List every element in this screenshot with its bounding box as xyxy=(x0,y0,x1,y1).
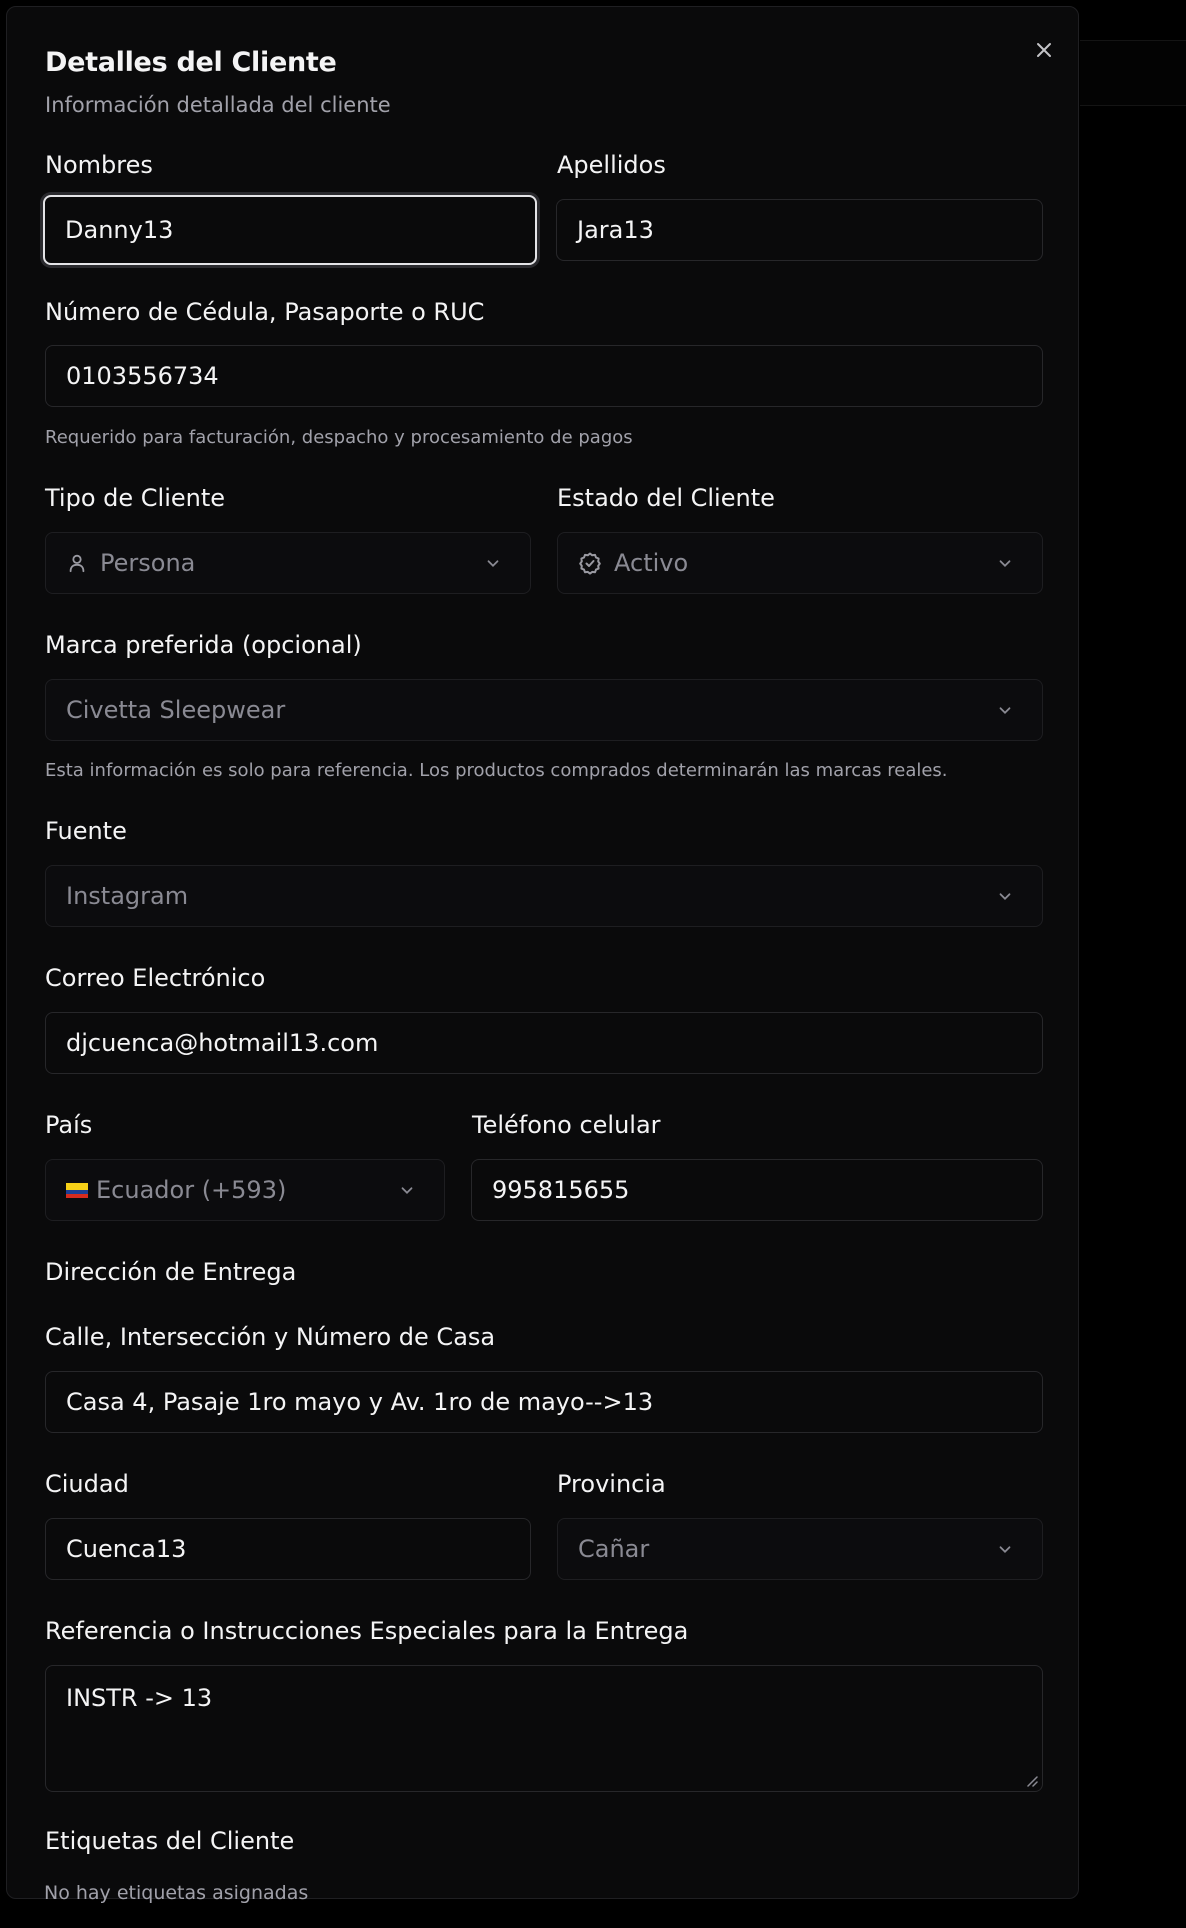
user-icon xyxy=(69,554,85,573)
ciudad-value: Cuenca13 xyxy=(66,1535,187,1563)
ecuador-flag-icon xyxy=(66,1182,88,1198)
calle-label: Calle, Intersección y Número de Casa xyxy=(45,1323,496,1351)
referencia-label: Referencia o Instrucciones Especiales pa… xyxy=(45,1617,689,1645)
cedula-input[interactable]: 0103556734 xyxy=(45,345,1043,407)
telefono-label: Teléfono celular xyxy=(472,1111,661,1139)
apellidos-input[interactable]: Jara13 xyxy=(556,199,1043,261)
fuente-label: Fuente xyxy=(45,817,127,845)
chevron-down-icon xyxy=(487,560,499,567)
dialog-title: Detalles del Cliente xyxy=(45,47,337,78)
telefono-value: 995815655 xyxy=(492,1176,630,1204)
apellidos-label: Apellidos xyxy=(557,151,666,179)
ciudad-label: Ciudad xyxy=(45,1470,129,1498)
fuente-value: Instagram xyxy=(66,882,189,910)
marca-value: Civetta Sleepwear xyxy=(66,696,286,724)
nombres-input[interactable]: Danny13 xyxy=(43,195,537,265)
chevron-down-icon xyxy=(999,560,1011,567)
direccion-section-title: Dirección de Entrega xyxy=(45,1258,297,1286)
marca-select[interactable]: Civetta Sleepwear xyxy=(45,679,1043,741)
resize-handle-icon[interactable] xyxy=(1024,1773,1038,1787)
cedula-help-text: Requerido para facturación, despacho y p… xyxy=(45,427,633,448)
background-strip xyxy=(1080,40,1186,106)
calle-input[interactable]: Casa 4, Pasaje 1ro mayo y Av. 1ro de may… xyxy=(45,1371,1043,1433)
marca-label: Marca preferida (opcional) xyxy=(45,631,362,659)
ciudad-input[interactable]: Cuenca13 xyxy=(45,1518,531,1580)
etiquetas-empty-text: No hay etiquetas asignadas xyxy=(44,1882,309,1904)
pais-label: País xyxy=(45,1111,93,1139)
referencia-textarea[interactable]: INSTR -> 13 xyxy=(45,1665,1043,1792)
etiquetas-label: Etiquetas del Cliente xyxy=(45,1827,295,1855)
chevron-down-icon xyxy=(999,707,1011,714)
pais-value: Ecuador (+593) xyxy=(96,1176,287,1204)
cedula-value: 0103556734 xyxy=(66,362,219,390)
apellidos-value: Jara13 xyxy=(577,216,654,244)
provincia-select[interactable]: Cañar xyxy=(557,1518,1043,1580)
marca-help-text: Esta información es solo para referencia… xyxy=(45,760,948,781)
tipo-cliente-select[interactable]: Persona xyxy=(45,532,531,594)
estado-cliente-select[interactable]: Activo xyxy=(557,532,1043,594)
calle-value: Casa 4, Pasaje 1ro mayo y Av. 1ro de may… xyxy=(66,1388,654,1416)
provincia-label: Provincia xyxy=(557,1470,666,1498)
referencia-value: INSTR -> 13 xyxy=(66,1684,213,1712)
dialog-subtitle: Información detallada del cliente xyxy=(45,93,391,117)
nombres-value: Danny13 xyxy=(65,216,174,244)
correo-value: djcuenca@hotmail13.com xyxy=(66,1029,379,1057)
pais-select[interactable]: Ecuador (+593) xyxy=(45,1159,445,1221)
tipo-cliente-label: Tipo de Cliente xyxy=(45,484,226,512)
customer-details-dialog: Detalles del Cliente Información detalla… xyxy=(6,6,1079,1899)
chevron-down-icon xyxy=(999,893,1011,900)
close-button[interactable] xyxy=(1029,35,1059,65)
chevron-down-icon xyxy=(401,1187,413,1194)
telefono-input[interactable]: 995815655 xyxy=(471,1159,1043,1221)
correo-label: Correo Electrónico xyxy=(45,964,266,992)
estado-cliente-label: Estado del Cliente xyxy=(557,484,775,512)
fuente-select[interactable]: Instagram xyxy=(45,865,1043,927)
correo-input[interactable]: djcuenca@hotmail13.com xyxy=(45,1012,1043,1074)
close-icon xyxy=(1037,43,1051,57)
estado-cliente-value: Activo xyxy=(614,549,689,577)
nombres-label: Nombres xyxy=(45,151,153,179)
chevron-down-icon xyxy=(999,1546,1011,1553)
tipo-cliente-value: Persona xyxy=(100,549,196,577)
provincia-value: Cañar xyxy=(578,1535,650,1563)
badge-check-icon xyxy=(579,552,601,575)
cedula-label: Número de Cédula, Pasaporte o RUC xyxy=(45,298,485,326)
